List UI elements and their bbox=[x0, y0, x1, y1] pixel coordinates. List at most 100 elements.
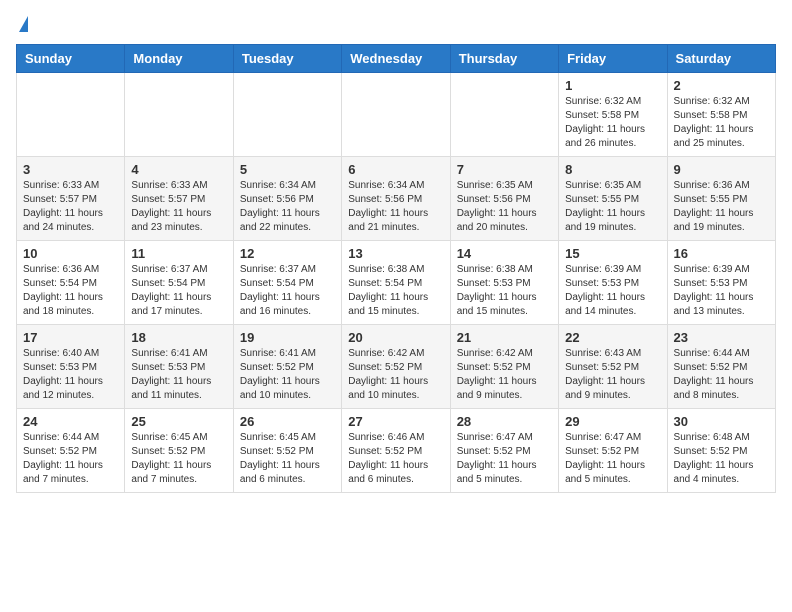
calendar-day-cell: 15 Sunrise: 6:39 AM Sunset: 5:53 PM Dayli… bbox=[559, 241, 667, 325]
calendar-day-cell bbox=[233, 73, 341, 157]
calendar-day-cell: 24 Sunrise: 6:44 AM Sunset: 5:52 PM Dayli… bbox=[17, 409, 125, 493]
day-info: Sunrise: 6:36 AM Sunset: 5:55 PM Dayligh… bbox=[674, 179, 769, 235]
day-number: 4 bbox=[131, 162, 226, 177]
day-info: Sunrise: 6:41 AM Sunset: 5:53 PM Dayligh… bbox=[131, 347, 226, 403]
day-number: 14 bbox=[457, 246, 552, 261]
day-of-week-header: Thursday bbox=[450, 45, 558, 73]
day-info: Sunrise: 6:39 AM Sunset: 5:53 PM Dayligh… bbox=[674, 263, 769, 319]
day-number: 2 bbox=[674, 78, 769, 93]
calendar-day-cell: 2 Sunrise: 6:32 AM Sunset: 5:58 PM Daylig… bbox=[667, 73, 775, 157]
calendar-day-cell: 30 Sunrise: 6:48 AM Sunset: 5:52 PM Dayli… bbox=[667, 409, 775, 493]
day-info: Sunrise: 6:38 AM Sunset: 5:53 PM Dayligh… bbox=[457, 263, 552, 319]
day-number: 13 bbox=[348, 246, 443, 261]
day-number: 1 bbox=[565, 78, 660, 93]
day-info: Sunrise: 6:40 AM Sunset: 5:53 PM Dayligh… bbox=[23, 347, 118, 403]
day-info: Sunrise: 6:45 AM Sunset: 5:52 PM Dayligh… bbox=[131, 431, 226, 487]
calendar-day-cell: 12 Sunrise: 6:37 AM Sunset: 5:54 PM Dayli… bbox=[233, 241, 341, 325]
calendar-day-cell bbox=[125, 73, 233, 157]
day-number: 12 bbox=[240, 246, 335, 261]
calendar-table: SundayMondayTuesdayWednesdayThursdayFrid… bbox=[16, 44, 776, 493]
calendar-day-cell: 7 Sunrise: 6:35 AM Sunset: 5:56 PM Daylig… bbox=[450, 157, 558, 241]
day-number: 8 bbox=[565, 162, 660, 177]
day-number: 25 bbox=[131, 414, 226, 429]
day-info: Sunrise: 6:33 AM Sunset: 5:57 PM Dayligh… bbox=[131, 179, 226, 235]
day-number: 20 bbox=[348, 330, 443, 345]
day-info: Sunrise: 6:34 AM Sunset: 5:56 PM Dayligh… bbox=[240, 179, 335, 235]
day-number: 10 bbox=[23, 246, 118, 261]
calendar-day-cell: 6 Sunrise: 6:34 AM Sunset: 5:56 PM Daylig… bbox=[342, 157, 450, 241]
day-info: Sunrise: 6:32 AM Sunset: 5:58 PM Dayligh… bbox=[565, 95, 660, 151]
day-of-week-header: Tuesday bbox=[233, 45, 341, 73]
calendar-day-cell: 5 Sunrise: 6:34 AM Sunset: 5:56 PM Daylig… bbox=[233, 157, 341, 241]
calendar-day-cell bbox=[342, 73, 450, 157]
calendar-week-row: 24 Sunrise: 6:44 AM Sunset: 5:52 PM Dayli… bbox=[17, 409, 776, 493]
day-number: 30 bbox=[674, 414, 769, 429]
day-info: Sunrise: 6:44 AM Sunset: 5:52 PM Dayligh… bbox=[23, 431, 118, 487]
day-number: 6 bbox=[348, 162, 443, 177]
day-info: Sunrise: 6:39 AM Sunset: 5:53 PM Dayligh… bbox=[565, 263, 660, 319]
calendar-day-cell: 10 Sunrise: 6:36 AM Sunset: 5:54 PM Dayli… bbox=[17, 241, 125, 325]
day-number: 5 bbox=[240, 162, 335, 177]
day-number: 28 bbox=[457, 414, 552, 429]
calendar-day-cell: 22Sunrise: 6:43 AM Sunset: 5:52 PM Dayli… bbox=[559, 325, 667, 409]
day-number: 23 bbox=[674, 330, 769, 345]
calendar-day-cell: 11 Sunrise: 6:37 AM Sunset: 5:54 PM Dayli… bbox=[125, 241, 233, 325]
day-info: Sunrise: 6:46 AM Sunset: 5:52 PM Dayligh… bbox=[348, 431, 443, 487]
day-of-week-header: Friday bbox=[559, 45, 667, 73]
day-of-week-header: Saturday bbox=[667, 45, 775, 73]
calendar-day-cell: 4 Sunrise: 6:33 AM Sunset: 5:57 PM Daylig… bbox=[125, 157, 233, 241]
logo bbox=[16, 16, 28, 32]
calendar-day-cell: 20 Sunrise: 6:42 AM Sunset: 5:52 PM Dayli… bbox=[342, 325, 450, 409]
day-number: 26 bbox=[240, 414, 335, 429]
day-number: 7 bbox=[457, 162, 552, 177]
day-number: 22 bbox=[565, 330, 660, 345]
calendar-day-cell: 3 Sunrise: 6:33 AM Sunset: 5:57 PM Daylig… bbox=[17, 157, 125, 241]
calendar-day-cell: 26 Sunrise: 6:45 AM Sunset: 5:52 PM Dayli… bbox=[233, 409, 341, 493]
day-info: Sunrise: 6:41 AM Sunset: 5:52 PM Dayligh… bbox=[240, 347, 335, 403]
day-info: Sunrise: 6:47 AM Sunset: 5:52 PM Dayligh… bbox=[565, 431, 660, 487]
day-info: Sunrise: 6:45 AM Sunset: 5:52 PM Dayligh… bbox=[240, 431, 335, 487]
day-number: 29 bbox=[565, 414, 660, 429]
day-info: Sunrise: 6:36 AM Sunset: 5:54 PM Dayligh… bbox=[23, 263, 118, 319]
day-number: 9 bbox=[674, 162, 769, 177]
day-of-week-header: Monday bbox=[125, 45, 233, 73]
calendar-day-cell: 8 Sunrise: 6:35 AM Sunset: 5:55 PM Daylig… bbox=[559, 157, 667, 241]
day-number: 3 bbox=[23, 162, 118, 177]
day-info: Sunrise: 6:33 AM Sunset: 5:57 PM Dayligh… bbox=[23, 179, 118, 235]
calendar-week-row: 3 Sunrise: 6:33 AM Sunset: 5:57 PM Daylig… bbox=[17, 157, 776, 241]
day-number: 15 bbox=[565, 246, 660, 261]
day-number: 24 bbox=[23, 414, 118, 429]
calendar-day-cell: 17 Sunrise: 6:40 AM Sunset: 5:53 PM Dayli… bbox=[17, 325, 125, 409]
day-info: Sunrise: 6:47 AM Sunset: 5:52 PM Dayligh… bbox=[457, 431, 552, 487]
calendar-day-cell: 14 Sunrise: 6:38 AM Sunset: 5:53 PM Dayli… bbox=[450, 241, 558, 325]
day-number: 18 bbox=[131, 330, 226, 345]
day-info: Sunrise: 6:37 AM Sunset: 5:54 PM Dayligh… bbox=[131, 263, 226, 319]
day-number: 27 bbox=[348, 414, 443, 429]
day-number: 16 bbox=[674, 246, 769, 261]
day-info: Sunrise: 6:35 AM Sunset: 5:55 PM Dayligh… bbox=[565, 179, 660, 235]
calendar-day-cell: 21Sunrise: 6:42 AM Sunset: 5:52 PM Dayli… bbox=[450, 325, 558, 409]
day-info: Sunrise: 6:42 AM Sunset: 5:52 PM Dayligh… bbox=[348, 347, 443, 403]
calendar-day-cell bbox=[17, 73, 125, 157]
calendar-week-row: 17 Sunrise: 6:40 AM Sunset: 5:53 PM Dayli… bbox=[17, 325, 776, 409]
day-info: Sunrise: 6:32 AM Sunset: 5:58 PM Dayligh… bbox=[674, 95, 769, 151]
day-info: Sunrise: 6:48 AM Sunset: 5:52 PM Dayligh… bbox=[674, 431, 769, 487]
day-info: Sunrise: 6:34 AM Sunset: 5:56 PM Dayligh… bbox=[348, 179, 443, 235]
day-number: 11 bbox=[131, 246, 226, 261]
day-info: Sunrise: 6:35 AM Sunset: 5:56 PM Dayligh… bbox=[457, 179, 552, 235]
calendar-day-cell: 13 Sunrise: 6:38 AM Sunset: 5:54 PM Dayli… bbox=[342, 241, 450, 325]
day-number: 17 bbox=[23, 330, 118, 345]
day-info: Sunrise: 6:37 AM Sunset: 5:54 PM Dayligh… bbox=[240, 263, 335, 319]
calendar-day-cell: 27 Sunrise: 6:46 AM Sunset: 5:52 PM Dayli… bbox=[342, 409, 450, 493]
calendar-day-cell: 9 Sunrise: 6:36 AM Sunset: 5:55 PM Daylig… bbox=[667, 157, 775, 241]
calendar-day-cell: 29 Sunrise: 6:47 AM Sunset: 5:52 PM Dayli… bbox=[559, 409, 667, 493]
calendar-day-cell: 1 Sunrise: 6:32 AM Sunset: 5:58 PM Daylig… bbox=[559, 73, 667, 157]
day-info: Sunrise: 6:44 AM Sunset: 5:52 PM Dayligh… bbox=[674, 347, 769, 403]
calendar-day-cell: 19Sunrise: 6:41 AM Sunset: 5:52 PM Dayli… bbox=[233, 325, 341, 409]
day-of-week-header: Wednesday bbox=[342, 45, 450, 73]
calendar-day-cell: 28 Sunrise: 6:47 AM Sunset: 5:52 PM Dayli… bbox=[450, 409, 558, 493]
day-of-week-header: Sunday bbox=[17, 45, 125, 73]
day-number: 21 bbox=[457, 330, 552, 345]
calendar-header-row: SundayMondayTuesdayWednesdayThursdayFrid… bbox=[17, 45, 776, 73]
day-info: Sunrise: 6:38 AM Sunset: 5:54 PM Dayligh… bbox=[348, 263, 443, 319]
